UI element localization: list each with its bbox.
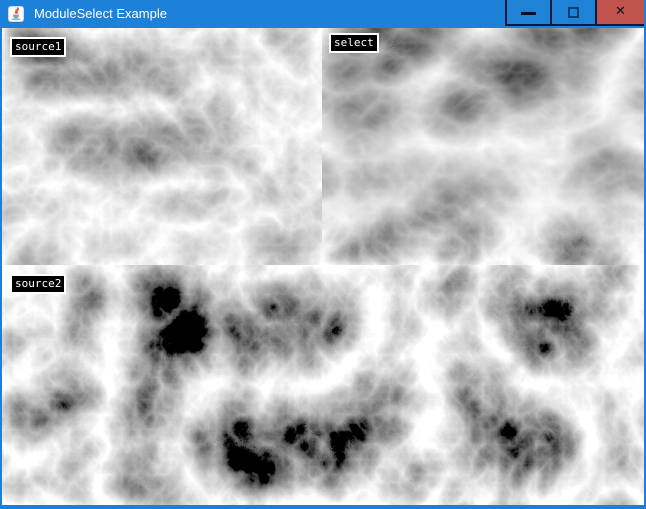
maximize-icon bbox=[568, 7, 579, 18]
window-controls: ✕ bbox=[505, 0, 644, 26]
select-ridged-overlay-image bbox=[322, 28, 644, 265]
source2-label: source2 bbox=[10, 274, 66, 294]
source1-image-panel: source1 bbox=[2, 28, 322, 265]
minimize-icon bbox=[521, 12, 536, 15]
app-window: ModuleSelect Example ✕ bbox=[0, 0, 646, 509]
maximize-button[interactable] bbox=[550, 0, 595, 26]
source1-label: source1 bbox=[10, 37, 66, 57]
close-icon: ✕ bbox=[615, 1, 626, 23]
source2-image-panel: source2 bbox=[2, 265, 644, 505]
titlebar[interactable]: ModuleSelect Example ✕ bbox=[0, 0, 646, 28]
java-app-icon bbox=[8, 6, 24, 22]
render-canvas: select source1 bbox=[2, 28, 644, 505]
close-button[interactable]: ✕ bbox=[595, 0, 644, 26]
window-title: ModuleSelect Example bbox=[34, 0, 167, 28]
source1-noise-image bbox=[2, 28, 322, 265]
minimize-button[interactable] bbox=[505, 0, 550, 26]
select-label: select bbox=[329, 33, 379, 53]
select-image-panel: select bbox=[322, 28, 644, 265]
source2-noise-image bbox=[2, 265, 644, 505]
